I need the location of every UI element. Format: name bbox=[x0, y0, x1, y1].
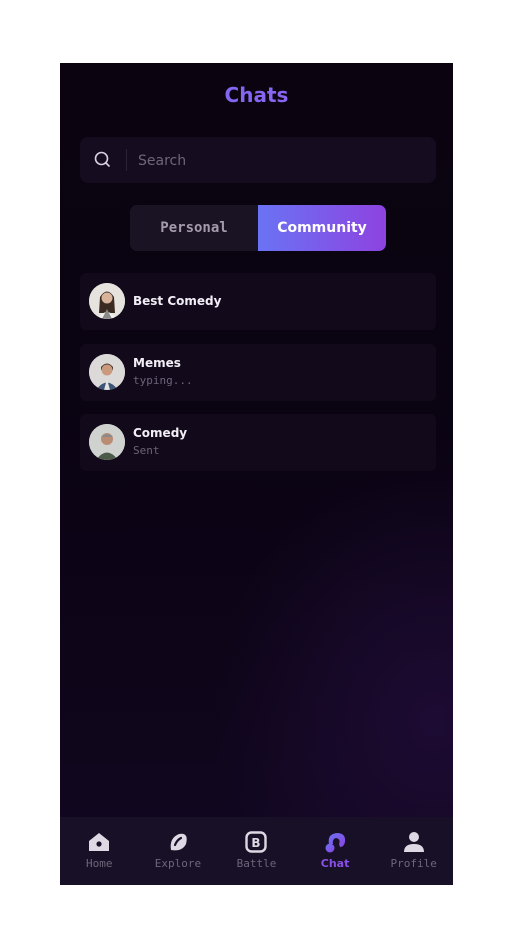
explore-icon bbox=[166, 831, 190, 853]
bottom-nav: Home Explore B Battle Chat Profile bbox=[60, 817, 453, 885]
nav-item-profile[interactable]: Profile bbox=[374, 817, 453, 885]
chat-status: Sent bbox=[133, 444, 160, 457]
avatar bbox=[89, 283, 125, 319]
nav-label: Chat bbox=[320, 857, 350, 870]
chat-item-comedy[interactable]: Comedy Sent bbox=[80, 414, 436, 471]
avatar bbox=[89, 354, 125, 390]
tab-personal[interactable]: Personal bbox=[130, 205, 258, 251]
chat-icon bbox=[323, 831, 347, 853]
nav-item-chat[interactable]: Chat bbox=[296, 817, 375, 885]
nav-label: Home bbox=[86, 857, 113, 870]
search-divider bbox=[126, 149, 127, 171]
profile-icon bbox=[402, 831, 426, 853]
tab-community[interactable]: Community bbox=[258, 205, 386, 251]
search-input[interactable] bbox=[136, 137, 430, 185]
chat-type-toggle: Personal Community bbox=[130, 205, 386, 251]
chat-item-memes[interactable]: Memes typing... bbox=[80, 344, 436, 401]
nav-label: Explore bbox=[154, 857, 202, 870]
page-title: Chats bbox=[60, 83, 453, 107]
avatar bbox=[89, 424, 125, 460]
battle-icon: B bbox=[244, 831, 268, 853]
nav-label: Battle bbox=[236, 857, 277, 870]
nav-item-battle[interactable]: B Battle bbox=[217, 817, 296, 885]
chat-name: Comedy bbox=[133, 426, 188, 440]
search-icon bbox=[94, 151, 110, 167]
chat-name: Best Comedy bbox=[133, 294, 222, 308]
nav-label: Profile bbox=[390, 857, 437, 870]
chat-item-best-comedy[interactable]: Best Comedy bbox=[80, 273, 436, 330]
chat-status: typing... bbox=[133, 374, 193, 387]
chat-name: Memes bbox=[133, 356, 181, 370]
home-icon bbox=[87, 831, 111, 853]
nav-item-home[interactable]: Home bbox=[60, 817, 139, 885]
search-bar[interactable] bbox=[80, 137, 436, 185]
nav-item-explore[interactable]: Explore bbox=[139, 817, 218, 885]
svg-text:B: B bbox=[252, 836, 261, 850]
app-screen: Chats Personal Community Best Comedy bbox=[60, 63, 453, 885]
